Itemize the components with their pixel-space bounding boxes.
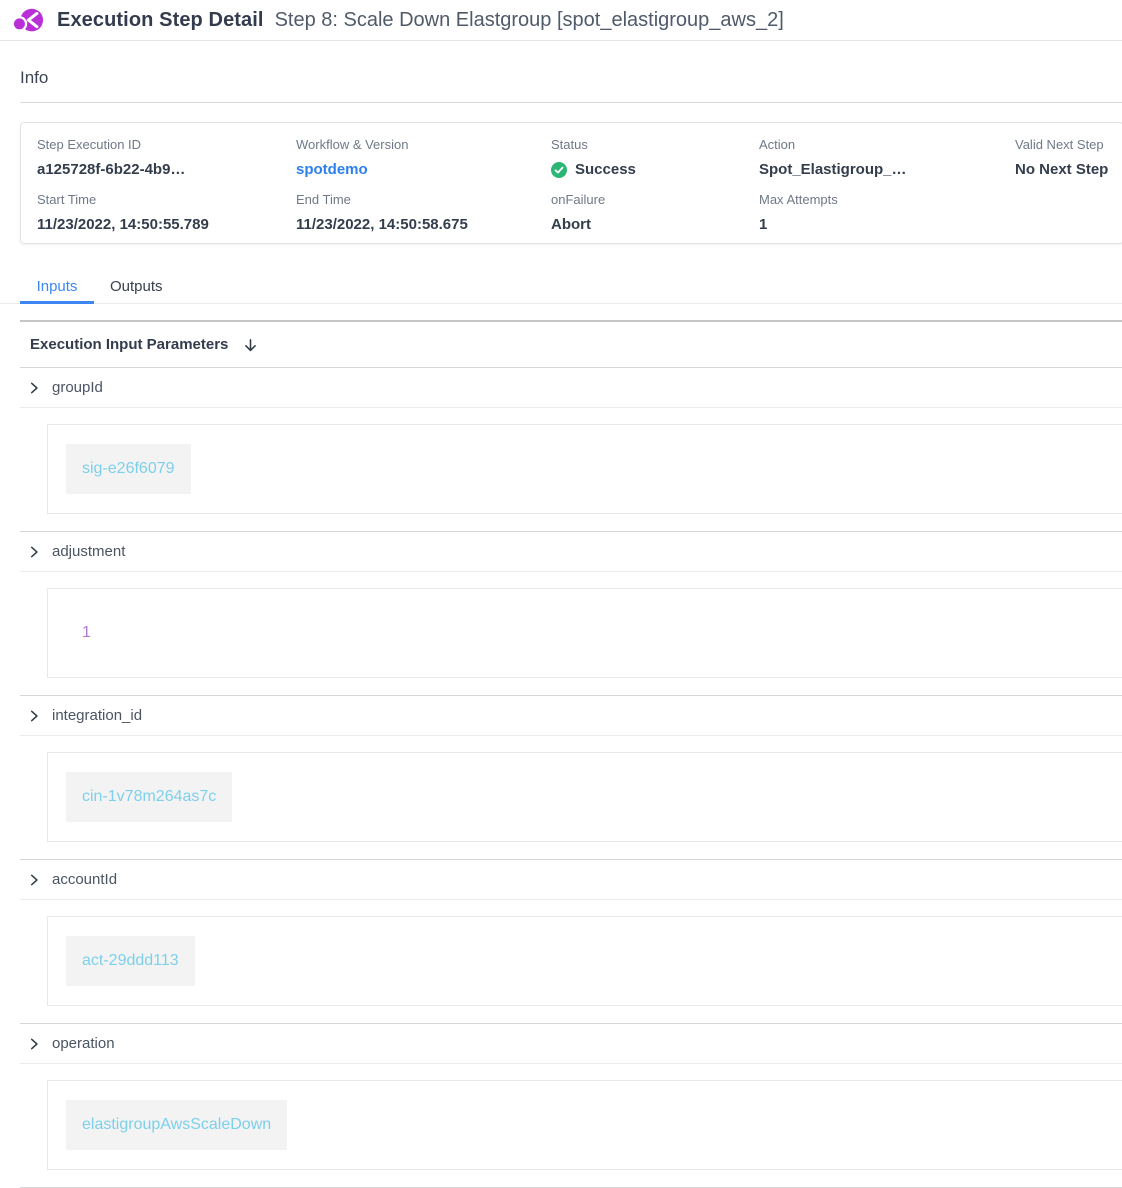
param-body: elastigroupAwsScaleDown — [20, 1064, 1122, 1187]
page-title: Execution Step Detail — [57, 9, 264, 32]
page-header: Execution Step Detail Step 8: Scale Down… — [0, 0, 1122, 41]
field-label: onFailure — [551, 192, 759, 207]
param-value-chip: sig-e26f6079 — [66, 444, 191, 494]
info-section-title: Info — [20, 67, 1122, 103]
field-start-time: Start Time 11/23/2022, 14:50:55.789 — [37, 192, 296, 233]
field-value: a125728f-6b22-4b9… — [37, 161, 296, 178]
field-label: Max Attempts — [759, 192, 1015, 207]
field-max-attempts: Max Attempts 1 — [759, 192, 1015, 233]
param-section-integration-id: integration_id cin-1v78m264as7c — [20, 696, 1122, 860]
field-label: Action — [759, 137, 1015, 152]
execution-input-parameters-panel: Execution Input Parameters groupId sig-e… — [20, 320, 1122, 1188]
chevron-right-icon — [27, 709, 41, 723]
param-body: cin-1v78m264as7c — [20, 736, 1122, 859]
param-value-number: 1 — [66, 608, 107, 658]
status-badge: Success — [551, 161, 759, 178]
field-value: Abort — [551, 216, 759, 233]
param-section-operation: operation elastigroupAwsScaleDown — [20, 1024, 1122, 1188]
field-status: Status Success — [551, 137, 759, 178]
field-end-time: End Time 11/23/2022, 14:50:58.675 — [296, 192, 551, 233]
param-header-accountid[interactable]: accountId — [20, 860, 1122, 900]
param-value-box: 1 — [47, 588, 1122, 678]
chevron-right-icon — [27, 381, 41, 395]
param-value-chip: act-29ddd113 — [66, 936, 195, 986]
field-value: 1 — [759, 216, 1015, 233]
tab-bar: Inputs Outputs — [0, 268, 1122, 304]
params-panel-title: Execution Input Parameters — [30, 336, 228, 353]
field-label: Workflow & Version — [296, 137, 551, 152]
field-valid-next-step: Valid Next Step No Next Step — [1015, 137, 1122, 178]
field-label: Start Time — [37, 192, 296, 207]
param-name: adjustment — [52, 543, 125, 560]
param-section-groupid: groupId sig-e26f6079 — [20, 368, 1122, 532]
param-value-chip: elastigroupAwsScaleDown — [66, 1100, 287, 1150]
param-value-chip: cin-1v78m264as7c — [66, 772, 232, 822]
field-label: End Time — [296, 192, 551, 207]
chevron-right-icon — [27, 545, 41, 559]
download-arrow-icon[interactable] — [242, 337, 259, 354]
field-action: Action Spot_Elastigroup_… — [759, 137, 1015, 178]
chevron-right-icon — [27, 873, 41, 887]
params-panel-header: Execution Input Parameters — [20, 322, 1122, 368]
param-name: groupId — [52, 379, 103, 396]
field-label: Valid Next Step — [1015, 137, 1122, 152]
param-value-box: cin-1v78m264as7c — [47, 752, 1122, 842]
field-value: 11/23/2022, 14:50:58.675 — [296, 216, 551, 233]
status-text: Success — [575, 161, 636, 178]
param-name: accountId — [52, 871, 117, 888]
param-body: act-29ddd113 — [20, 900, 1122, 1023]
field-value: No Next Step — [1015, 161, 1122, 178]
spot-logo-icon — [10, 4, 44, 38]
param-header-integration-id[interactable]: integration_id — [20, 696, 1122, 736]
param-section-adjustment: adjustment 1 — [20, 532, 1122, 696]
param-body: 1 — [20, 572, 1122, 695]
info-card: Step Execution ID a125728f-6b22-4b9… Wor… — [20, 122, 1122, 244]
param-value-box: elastigroupAwsScaleDown — [47, 1080, 1122, 1170]
param-header-groupid[interactable]: groupId — [20, 368, 1122, 408]
tab-inputs[interactable]: Inputs — [20, 268, 94, 304]
workflow-link[interactable]: spotdemo — [296, 161, 551, 178]
chevron-right-icon — [27, 1037, 41, 1051]
param-header-adjustment[interactable]: adjustment — [20, 532, 1122, 572]
param-value-box: sig-e26f6079 — [47, 424, 1122, 514]
check-circle-icon — [551, 162, 567, 178]
param-value-box: act-29ddd113 — [47, 916, 1122, 1006]
field-label: Step Execution ID — [37, 137, 296, 152]
param-name: integration_id — [52, 707, 142, 724]
field-value: Spot_Elastigroup_… — [759, 161, 1015, 178]
page-subtitle: Step 8: Scale Down Elastgroup [spot_elas… — [275, 9, 784, 32]
param-body: sig-e26f6079 — [20, 408, 1122, 531]
field-onfailure: onFailure Abort — [551, 192, 759, 233]
param-section-accountid: accountId act-29ddd113 — [20, 860, 1122, 1024]
field-step-execution-id: Step Execution ID a125728f-6b22-4b9… — [37, 137, 296, 178]
tab-outputs[interactable]: Outputs — [94, 268, 179, 304]
param-name: operation — [52, 1035, 115, 1052]
field-label: Status — [551, 137, 759, 152]
param-header-operation[interactable]: operation — [20, 1024, 1122, 1064]
field-value: 11/23/2022, 14:50:55.789 — [37, 216, 296, 233]
field-workflow-version: Workflow & Version spotdemo — [296, 137, 551, 178]
